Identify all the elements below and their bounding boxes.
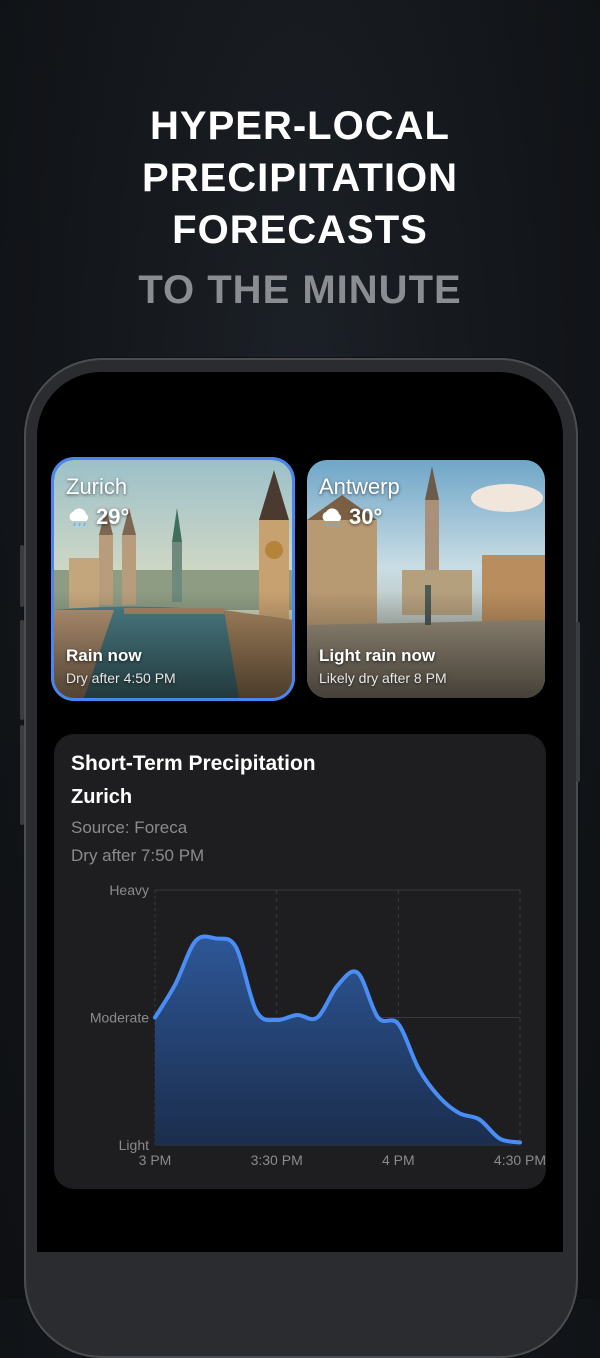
city-precip-status: Rain now [66, 646, 142, 665]
y-tick-label: Moderate [90, 1010, 149, 1026]
city-card-zurich[interactable]: Zurich 29° Rain now Dry after 4:50 PM [54, 460, 292, 698]
phone-mute-button [20, 545, 24, 607]
rain-cloud-icon [322, 508, 342, 527]
phone-volume-up-button [20, 620, 24, 720]
precipitation-card[interactable]: Short-Term Precipitation Zurich Source: … [54, 734, 546, 1189]
rain-cloud-icon [69, 508, 89, 527]
city-precip-status: Light rain now [319, 646, 436, 665]
y-tick-label: Heavy [109, 882, 149, 898]
city-temperature: 29° [96, 504, 130, 529]
headline-line-3: FORECASTS [172, 208, 428, 252]
city-weather-row: 30° [319, 504, 382, 530]
x-tick-label: 4:30 PM [494, 1152, 546, 1168]
headline-line-1: HYPER-LOCAL [150, 104, 450, 148]
x-tick-label: 4 PM [382, 1152, 415, 1168]
y-tick-label: Light [119, 1137, 149, 1153]
city-name: Zurich [66, 474, 128, 499]
phone-volume-down-button [20, 725, 24, 825]
x-tick-label: 3:30 PM [251, 1152, 303, 1168]
subheadline: TO THE MINUTE [138, 268, 462, 312]
city-weather-row: 29° [66, 504, 129, 530]
headline-line-2: PRECIPITATION [142, 156, 458, 200]
x-tick-label: 3 PM [139, 1152, 172, 1168]
city-temperature: 30° [349, 504, 383, 529]
city-name: Antwerp [319, 474, 400, 499]
city-card-antwerp[interactable]: Antwerp 30° Light rain now Likely dry af… [307, 460, 545, 698]
phone-power-button [576, 622, 580, 782]
phone-screen: Zurich 29° Rain now Dry after 4:50 PM An… [37, 372, 563, 1252]
city-precip-detail: Dry after 4:50 PM [66, 670, 176, 686]
city-precip-detail: Likely dry after 8 PM [319, 670, 447, 686]
precipitation-chart: Light Moderate Heavy 3 PM 3:30 PM 4 PM 4:30 PM [90, 882, 546, 1168]
headline: HYPER-LOCAL PRECIPITATION FORECASTS [0, 100, 600, 256]
